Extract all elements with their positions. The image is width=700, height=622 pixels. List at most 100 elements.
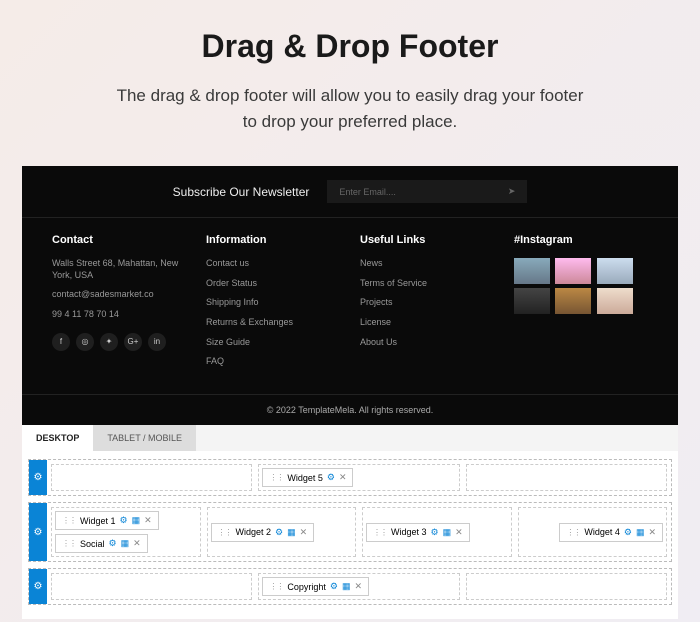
email-input[interactable]: Enter Email.... ➤ <box>327 180 527 203</box>
useful-link[interactable]: Terms of Service <box>360 278 494 290</box>
info-link[interactable]: Size Guide <box>206 337 340 349</box>
twitter-icon[interactable]: ✦ <box>100 333 118 351</box>
instagram-thumb[interactable] <box>555 288 591 314</box>
facebook-icon[interactable]: f <box>52 333 70 351</box>
widget-label: Widget 5 <box>287 473 323 483</box>
info-link[interactable]: Order Status <box>206 278 340 290</box>
drag-handle-icon[interactable]: ⋮⋮ <box>218 528 232 537</box>
drop-cell[interactable] <box>51 464 252 491</box>
drop-cell[interactable]: ⋮⋮ Copyright ⚙ ▦ ✕ <box>258 573 459 600</box>
useful-heading: Useful Links <box>360 234 494 246</box>
widget-label: Copyright <box>287 582 326 592</box>
widget-block[interactable]: ⋮⋮ Widget 3 ⚙ ▦ ✕ <box>366 523 470 542</box>
drop-cell[interactable]: ⋮⋮ Widget 1 ⚙ ▦ ✕ ⋮⋮ Social ⚙ ▦ ✕ <box>51 507 201 557</box>
information-column: Information Contact us Order Status Ship… <box>206 234 340 376</box>
close-icon[interactable]: ✕ <box>144 515 152 526</box>
duplicate-icon[interactable]: ▦ <box>342 581 351 592</box>
information-heading: Information <box>206 234 340 246</box>
newsletter-label: Subscribe Our Newsletter <box>173 185 310 199</box>
instagram-thumb[interactable] <box>514 258 550 284</box>
row-settings-icon[interactable]: ⚙ <box>29 503 47 561</box>
widget-label: Widget 2 <box>236 527 272 537</box>
linkedin-icon[interactable]: in <box>148 333 166 351</box>
gear-icon[interactable]: ⚙ <box>330 581 338 592</box>
drop-cell[interactable] <box>51 573 252 600</box>
drop-cell[interactable]: ⋮⋮ Widget 2 ⚙ ▦ ✕ <box>207 507 357 557</box>
gear-icon[interactable]: ⚙ <box>109 538 117 549</box>
builder-row: ⚙ ⋮⋮ Copyright ⚙ ▦ ✕ <box>28 568 672 605</box>
gear-icon[interactable]: ⚙ <box>327 472 335 483</box>
widget-block[interactable]: ⋮⋮ Copyright ⚙ ▦ ✕ <box>262 577 369 596</box>
useful-link[interactable]: Projects <box>360 297 494 309</box>
drag-handle-icon[interactable]: ⋮⋮ <box>62 516 76 525</box>
builder-row: ⚙ ⋮⋮ Widget 5 ⚙ ✕ <box>28 459 672 496</box>
widget-label: Widget 1 <box>80 516 116 526</box>
row-settings-icon[interactable]: ⚙ <box>29 460 47 495</box>
contact-column: Contact Walls Street 68, Mahattan, New Y… <box>52 234 186 376</box>
widget-label: Social <box>80 539 105 549</box>
useful-links-column: Useful Links News Terms of Service Proje… <box>360 234 494 376</box>
page-title: Drag & Drop Footer <box>40 28 660 65</box>
widget-block[interactable]: ⋮⋮ Widget 4 ⚙ ▦ ✕ <box>559 523 663 542</box>
row-settings-icon[interactable]: ⚙ <box>29 569 47 604</box>
widget-label: Widget 3 <box>391 527 427 537</box>
tab-desktop[interactable]: DESKTOP <box>22 425 93 451</box>
info-link[interactable]: FAQ <box>206 356 340 368</box>
close-icon[interactable]: ✕ <box>339 472 347 483</box>
email-placeholder: Enter Email.... <box>339 187 396 197</box>
info-link[interactable]: Shipping Info <box>206 297 340 309</box>
duplicate-icon[interactable]: ▦ <box>443 527 452 538</box>
info-link[interactable]: Contact us <box>206 258 340 270</box>
drop-cell[interactable]: ⋮⋮ Widget 3 ⚙ ▦ ✕ <box>362 507 512 557</box>
close-icon[interactable]: ✕ <box>648 527 656 538</box>
duplicate-icon[interactable]: ▦ <box>636 527 645 538</box>
widget-block[interactable]: ⋮⋮ Widget 5 ⚙ ✕ <box>262 468 353 487</box>
useful-link[interactable]: News <box>360 258 494 270</box>
googleplus-icon[interactable]: G+ <box>124 333 142 351</box>
instagram-thumb[interactable] <box>555 258 591 284</box>
widget-block[interactable]: ⋮⋮ Widget 1 ⚙ ▦ ✕ <box>55 511 159 530</box>
drag-handle-icon[interactable]: ⋮⋮ <box>62 539 76 548</box>
drop-cell[interactable]: ⋮⋮ Widget 4 ⚙ ▦ ✕ <box>518 507 668 557</box>
contact-heading: Contact <box>52 234 186 246</box>
instagram-thumb[interactable] <box>597 258 633 284</box>
tab-tablet-mobile[interactable]: TABLET / MOBILE <box>93 425 196 451</box>
widget-block[interactable]: ⋮⋮ Social ⚙ ▦ ✕ <box>55 534 148 553</box>
instagram-thumb[interactable] <box>514 288 550 314</box>
widget-label: Widget 4 <box>584 527 620 537</box>
useful-link[interactable]: About Us <box>360 337 494 349</box>
gear-icon[interactable]: ⚙ <box>275 527 283 538</box>
drag-handle-icon[interactable]: ⋮⋮ <box>269 473 283 482</box>
gear-icon[interactable]: ⚙ <box>431 527 439 538</box>
duplicate-icon[interactable]: ▦ <box>121 538 130 549</box>
close-icon[interactable]: ✕ <box>300 527 308 538</box>
instagram-icon[interactable]: ◎ <box>76 333 94 351</box>
send-icon[interactable]: ➤ <box>508 186 516 197</box>
instagram-thumb[interactable] <box>597 288 633 314</box>
copyright-text: © 2022 TemplateMela. All rights reserved… <box>22 394 678 425</box>
info-link[interactable]: Returns & Exchanges <box>206 317 340 329</box>
instagram-heading: #Instagram <box>514 234 648 246</box>
drop-cell[interactable]: ⋮⋮ Widget 5 ⚙ ✕ <box>258 464 459 491</box>
duplicate-icon[interactable]: ▦ <box>132 515 141 526</box>
instagram-column: #Instagram <box>514 234 648 376</box>
gear-icon[interactable]: ⚙ <box>120 515 128 526</box>
close-icon[interactable]: ✕ <box>133 538 141 549</box>
gear-icon[interactable]: ⚙ <box>624 527 632 538</box>
close-icon[interactable]: ✕ <box>455 527 463 538</box>
duplicate-icon[interactable]: ▦ <box>287 527 296 538</box>
useful-link[interactable]: License <box>360 317 494 329</box>
footer-preview: Subscribe Our Newsletter Enter Email....… <box>22 166 678 425</box>
drag-handle-icon[interactable]: ⋮⋮ <box>566 528 580 537</box>
layout-builder: DESKTOP TABLET / MOBILE ⚙ ⋮⋮ Widget 5 ⚙ … <box>22 425 678 619</box>
builder-row: ⚙ ⋮⋮ Widget 1 ⚙ ▦ ✕ ⋮⋮ Social ⚙ ▦ <box>28 502 672 562</box>
close-icon[interactable]: ✕ <box>354 581 362 592</box>
drop-cell[interactable] <box>466 464 667 491</box>
contact-email: contact@sadesmarket.co <box>52 289 186 301</box>
drop-cell[interactable] <box>466 573 667 600</box>
page-subtitle: The drag & drop footer will allow you to… <box>110 83 590 134</box>
drag-handle-icon[interactable]: ⋮⋮ <box>373 528 387 537</box>
widget-block[interactable]: ⋮⋮ Widget 2 ⚙ ▦ ✕ <box>211 523 315 542</box>
drag-handle-icon[interactable]: ⋮⋮ <box>269 582 283 591</box>
contact-address: Walls Street 68, Mahattan, New York, USA <box>52 258 186 281</box>
